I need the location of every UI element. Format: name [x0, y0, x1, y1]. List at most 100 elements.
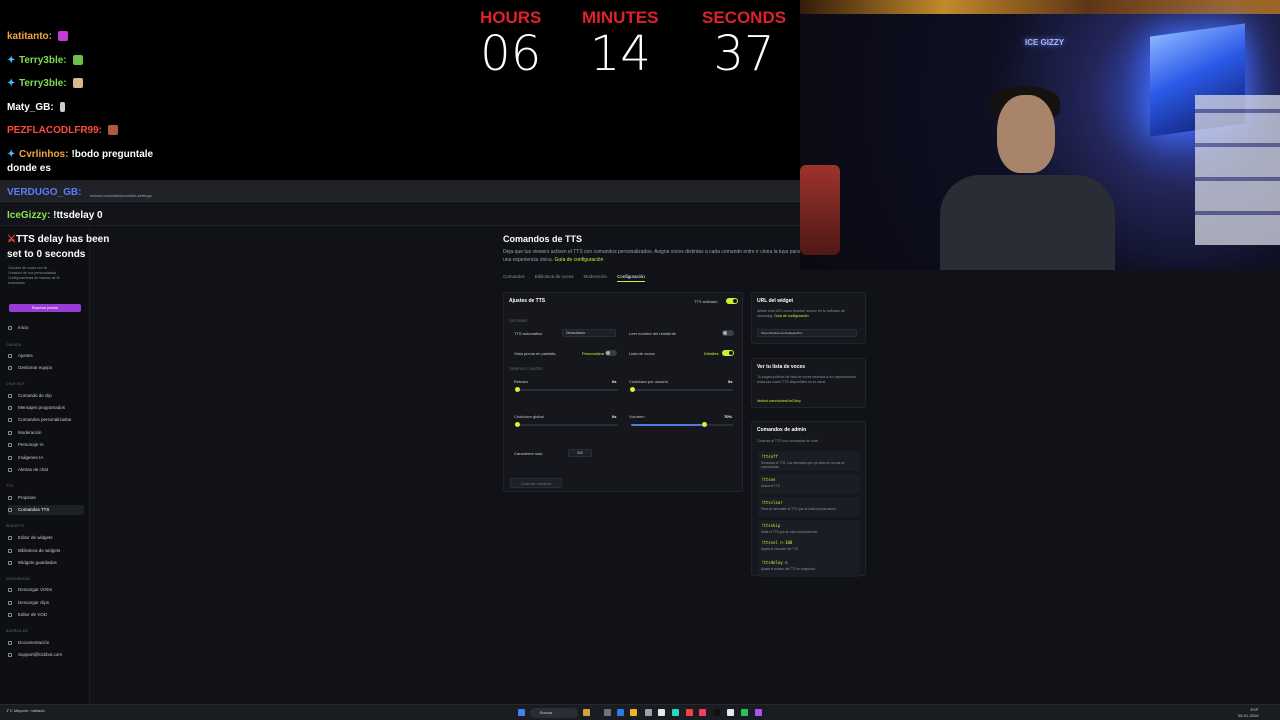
global-cooldown-slider[interactable] — [515, 422, 618, 427]
sidebar-item-ai-character[interactable]: Personaje IA — [8, 440, 84, 450]
tab-biblioteca[interactable]: Biblioteca de voces — [535, 274, 574, 282]
sidebar-item-label: Support@kickbot.com — [18, 652, 63, 657]
chat-username: IceGizzy: — [7, 210, 51, 221]
shield-icon — [8, 430, 12, 435]
sidebar-item-saved-widgets[interactable]: Widgets guardados — [8, 558, 84, 568]
preview-toggle[interactable] — [605, 350, 617, 356]
app-icon[interactable] — [755, 709, 762, 716]
chat-text: donde es — [7, 163, 51, 174]
chat-username: Maty_GB: — [7, 102, 54, 113]
setup-guide-link[interactable]: Guía de configuración — [554, 257, 603, 263]
admin-command: !ttsoff Desactiva el TTS. Los mensajes qu… — [758, 451, 860, 471]
chrome-icon[interactable] — [741, 709, 748, 716]
app-icon[interactable] — [658, 709, 665, 716]
voices-details-link[interactable]: Detalles — [704, 351, 718, 356]
app-icon[interactable] — [583, 709, 590, 716]
app-icon[interactable] — [645, 709, 652, 716]
command-code: !ttsvol n-100 — [761, 540, 793, 545]
sidebar-item-widget-editor[interactable]: Editor de widgets — [8, 533, 84, 543]
slider-knob[interactable] — [702, 422, 708, 427]
widget-url-field[interactable]: https://kickbot.com/widgets/tts/... — [757, 329, 857, 337]
sidebar-item-label: Personaje IA — [18, 442, 44, 447]
shelf — [1195, 95, 1280, 245]
windows-taskbar: 1°C Mayorm. nublado Buscar ESP 06-01-2026 — [0, 704, 1280, 720]
voices-list-toggle[interactable] — [722, 350, 734, 356]
edge-icon[interactable] — [617, 709, 624, 716]
address-bar[interactable]: kickbot.com/dashboard/tts-settings — [90, 193, 510, 200]
auto-tts-select[interactable]: Desactivado — [562, 329, 616, 337]
sidebar-item-vod-editor[interactable]: Editor de VOD — [8, 610, 84, 620]
sidebar-item-widget-library[interactable]: Biblioteca de widgets — [8, 546, 84, 556]
chat-message: ✦ Terry3ble: — [7, 55, 83, 67]
sidebar-item-clip[interactable]: Comando de clip — [8, 391, 84, 401]
tts-settings-card: Ajustes de TTS TTS activado OPCIONES TTS… — [503, 292, 743, 492]
command-desc: Salta el TTS que se está reproduciendo. — [761, 530, 818, 534]
app-icon[interactable] — [713, 709, 720, 716]
sidebar-item-ai-images[interactable]: Imágenes IA — [8, 453, 84, 463]
download-icon — [8, 587, 12, 592]
sidebar-item-tts-commands[interactable]: Comandos TTS — [8, 505, 84, 515]
sidebar-item-chat-alerts[interactable]: Alertas de chat — [8, 465, 84, 475]
sword-badge-icon: ✦ — [7, 149, 16, 161]
streamer-head — [997, 95, 1055, 173]
save-changes-button[interactable]: Guardar cambios — [510, 478, 562, 488]
tab-comandos[interactable]: Comandos — [503, 274, 525, 282]
message-icon — [8, 405, 12, 410]
start-trial-button[interactable]: Empezar prueba — [9, 304, 81, 312]
tab-configuracion[interactable]: Configuración — [617, 274, 645, 282]
task-view-icon[interactable] — [604, 709, 611, 716]
chat-message: set to 0 seconds — [7, 249, 85, 260]
command-icon — [8, 417, 12, 422]
sidebar-item-docs[interactable]: Documentación — [8, 638, 84, 648]
tab-moderacion[interactable]: Moderación — [584, 274, 608, 282]
sidebar-item-ajustes[interactable]: Ajustes — [8, 351, 84, 361]
coin-icon — [8, 495, 12, 500]
sidebar-item-download-clips[interactable]: Descargar clips — [8, 598, 84, 608]
sidebar-item-label: Widgets guardados — [18, 560, 57, 565]
command-desc: Para de inmediato el TTS que se está rep… — [761, 507, 837, 511]
global-cooldown-value: 0s — [612, 414, 617, 419]
sidebar-item-support[interactable]: Support@kickbot.com — [8, 650, 84, 660]
sidebar-item-team[interactable]: Gestionar equipo — [8, 363, 84, 373]
slider-knob[interactable] — [515, 387, 520, 392]
windows-start-icon[interactable] — [518, 709, 525, 716]
app-icon[interactable] — [672, 709, 679, 716]
volume-label: Volumen — [629, 414, 645, 419]
sidebar-item-label: Imágenes IA — [18, 455, 44, 460]
sidebar-item-label: Descargar clips — [18, 600, 50, 605]
sidebar-item-scheduled[interactable]: Mensajes programados — [8, 403, 84, 413]
system-clock[interactable]: ESP 06-01-2026 — [1238, 707, 1258, 719]
command-code: !ttsdelay n — [761, 560, 788, 565]
preview-customize-link[interactable]: Personalizar — [582, 351, 604, 356]
tts-enabled-toggle[interactable] — [726, 298, 738, 304]
chat-text: !bodo preguntale — [71, 149, 154, 160]
sidebar-item-custom-commands[interactable]: Comandos personalizados — [8, 415, 84, 425]
chat-username: PEZFLACODLFR99: — [7, 125, 102, 136]
sidebar-item-tips[interactable]: Propinas — [8, 493, 84, 503]
folder-icon[interactable] — [630, 709, 637, 716]
sidebar-item-download-vods[interactable]: Descargar VODs — [8, 585, 84, 595]
countdown-value: 37 — [713, 26, 775, 82]
admin-command: !ttsclear Para de inmediato el TTS que se… — [758, 497, 860, 517]
card-title: Ajustes de TTS — [509, 298, 546, 304]
weather-widget[interactable]: 1°C Mayorm. nublado — [6, 708, 45, 713]
sidebar-section: DESCARGAS — [6, 577, 30, 581]
sidebar-item-inicio[interactable]: Inicio — [8, 323, 84, 333]
setup-guide-link[interactable]: Guía de configuración — [774, 314, 808, 318]
app-icon[interactable] — [699, 709, 706, 716]
max-chars-input[interactable]: 300 — [568, 449, 592, 457]
delay-slider[interactable] — [515, 387, 618, 392]
taskbar-search[interactable]: Buscar — [530, 708, 578, 718]
command-code: !ttsclear — [761, 500, 783, 505]
sidebar-item-label: Comandos TTS — [18, 507, 50, 512]
user-cooldown-slider[interactable] — [630, 387, 733, 392]
volume-slider[interactable] — [631, 422, 733, 427]
sidebar-item-moderation[interactable]: Moderación — [8, 428, 84, 438]
voice-list-link[interactable]: kickbot.com/voices/IceGizzy — [757, 399, 801, 403]
app-icon[interactable] — [686, 709, 693, 716]
read-name-toggle[interactable] — [722, 330, 734, 336]
slider-knob[interactable] — [515, 422, 520, 427]
app-icon[interactable] — [727, 709, 734, 716]
countdown-label: HOURS — [480, 8, 542, 27]
slider-knob[interactable] — [630, 387, 635, 392]
